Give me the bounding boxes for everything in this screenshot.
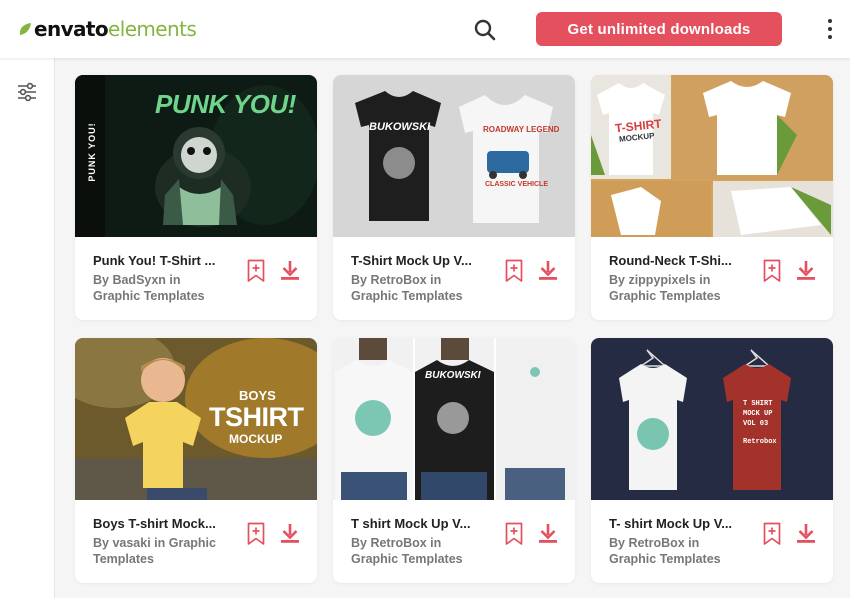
thumb-text: CLASSIC VEHICLE xyxy=(485,181,549,188)
bookmark-add-icon xyxy=(505,259,523,282)
item-card[interactable]: T-SHIRT MOCKUP Round-Neck T-Shi... By zi… xyxy=(591,75,833,320)
thumb-text: TSHIRT xyxy=(209,402,304,432)
logo-text-elements: elements xyxy=(108,17,197,41)
download-icon xyxy=(797,524,815,543)
thumb-text: BUKOWSKI xyxy=(369,121,431,133)
item-card[interactable]: BUKOWSKI ROADWAY LEGEND CLASSIC VEHICLE … xyxy=(333,75,575,320)
bookmark-button[interactable] xyxy=(247,259,265,283)
item-card[interactable]: BOYS TSHIRT MOCKUP Boys T-shirt Mock... … xyxy=(75,338,317,583)
item-thumbnail[interactable]: BOYS TSHIRT MOCKUP xyxy=(75,338,317,500)
bookmark-button[interactable] xyxy=(763,259,781,283)
download-icon xyxy=(281,524,299,543)
item-author[interactable]: By zippypixels in xyxy=(609,272,749,288)
more-menu-button[interactable] xyxy=(822,16,838,42)
bookmark-add-icon xyxy=(247,522,265,545)
item-meta: By RetroBox in Graphic Templates xyxy=(609,535,749,567)
item-title[interactable]: T- shirt Mock Up V... xyxy=(609,516,739,531)
item-author[interactable]: By vasaki in Graphic xyxy=(93,535,233,551)
item-card[interactable]: BUKOWSKI T shirt Mock Up V... By RetroBo… xyxy=(333,338,575,583)
bookmark-button[interactable] xyxy=(505,522,523,546)
item-meta: By BadSyxn in Graphic Templates xyxy=(93,272,233,304)
download-icon xyxy=(539,524,557,543)
item-thumbnail[interactable]: PUNK YOU! PUNK YOU! xyxy=(75,75,317,237)
item-thumbnail[interactable]: T SHIRT MOCK UP VOL 03 Retrobox xyxy=(591,338,833,500)
item-category[interactable]: Templates xyxy=(93,551,233,567)
bookmark-add-icon xyxy=(247,259,265,282)
search-icon xyxy=(474,19,496,41)
thumb-text: BUKOWSKI xyxy=(425,370,481,381)
bookmark-button[interactable] xyxy=(247,522,265,546)
kebab-menu-icon xyxy=(828,19,832,23)
filter-sliders-icon xyxy=(18,82,36,102)
download-button[interactable] xyxy=(280,522,300,544)
item-category[interactable]: Graphic Templates xyxy=(351,551,491,567)
item-author[interactable]: By RetroBox in xyxy=(351,272,491,288)
bookmark-add-icon xyxy=(763,259,781,282)
download-icon xyxy=(281,261,299,280)
kebab-menu-icon xyxy=(828,27,832,31)
bookmark-add-icon xyxy=(763,522,781,545)
item-thumbnail[interactable]: BUKOWSKI ROADWAY LEGEND CLASSIC VEHICLE xyxy=(333,75,575,237)
item-card[interactable]: PUNK YOU! PUNK YOU! Punk You! T-Shirt ..… xyxy=(75,75,317,320)
item-title[interactable]: Punk You! T-Shirt ... xyxy=(93,253,223,268)
item-title[interactable]: Round-Neck T-Shi... xyxy=(609,253,739,268)
item-meta: By RetroBox in Graphic Templates xyxy=(351,535,491,567)
item-card[interactable]: T SHIRT MOCK UP VOL 03 Retrobox T- shirt… xyxy=(591,338,833,583)
bookmark-add-icon xyxy=(505,522,523,545)
item-thumbnail[interactable]: T-SHIRT MOCKUP xyxy=(591,75,833,237)
hanging-tshirts-image xyxy=(591,338,833,500)
thumb-text: T SHIRT xyxy=(743,400,773,408)
item-author[interactable]: By RetroBox in xyxy=(609,535,749,551)
tshirt-models-image xyxy=(333,338,575,500)
download-button[interactable] xyxy=(796,522,816,544)
download-button[interactable] xyxy=(796,259,816,281)
item-category[interactable]: Graphic Templates xyxy=(93,288,233,304)
logo-text-envato: envato xyxy=(34,17,109,41)
tshirt-mockup-image xyxy=(333,75,575,237)
item-meta: By zippypixels in Graphic Templates xyxy=(609,272,749,304)
thumb-text: MOCK UP xyxy=(743,410,773,418)
search-button[interactable] xyxy=(471,16,499,44)
item-category[interactable]: Graphic Templates xyxy=(609,551,749,567)
envato-elements-logo[interactable]: envato elements xyxy=(18,15,197,43)
thumb-text: MOCKUP xyxy=(229,432,283,446)
top-bar: envato elements Get unlimited downloads xyxy=(0,0,850,58)
kebab-menu-icon xyxy=(828,35,832,39)
item-category[interactable]: Graphic Templates xyxy=(609,288,749,304)
thumb-text: VOL 03 xyxy=(743,420,769,428)
thumb-text: Retrobox xyxy=(743,438,777,446)
item-title[interactable]: T-Shirt Mock Up V... xyxy=(351,253,481,268)
item-title[interactable]: Boys T-shirt Mock... xyxy=(93,516,223,531)
round-neck-mockup-image xyxy=(591,75,833,237)
item-thumbnail[interactable]: BUKOWSKI xyxy=(333,338,575,500)
item-category[interactable]: Graphic Templates xyxy=(351,288,491,304)
download-button[interactable] xyxy=(280,259,300,281)
thumb-text: ROADWAY LEGEND xyxy=(483,125,560,134)
download-icon xyxy=(539,261,557,280)
thumb-text: BOYS xyxy=(239,388,276,403)
get-unlimited-downloads-button[interactable]: Get unlimited downloads xyxy=(536,12,782,46)
download-button[interactable] xyxy=(538,259,558,281)
item-meta: By RetroBox in Graphic Templates xyxy=(351,272,491,304)
sidebar xyxy=(0,58,55,598)
filter-button[interactable] xyxy=(16,82,38,102)
item-author[interactable]: By BadSyxn in xyxy=(93,272,233,288)
bookmark-button[interactable] xyxy=(763,522,781,546)
bookmark-button[interactable] xyxy=(505,259,523,283)
item-author[interactable]: By RetroBox in xyxy=(351,535,491,551)
item-title[interactable]: T shirt Mock Up V... xyxy=(351,516,481,531)
download-button[interactable] xyxy=(538,522,558,544)
item-meta: By vasaki in Graphic Templates xyxy=(93,535,233,567)
download-icon xyxy=(797,261,815,280)
leaf-icon xyxy=(19,23,31,35)
thumb-headline: PUNK YOU! xyxy=(155,89,296,119)
thumb-side-text: PUNK YOU! xyxy=(87,122,97,182)
